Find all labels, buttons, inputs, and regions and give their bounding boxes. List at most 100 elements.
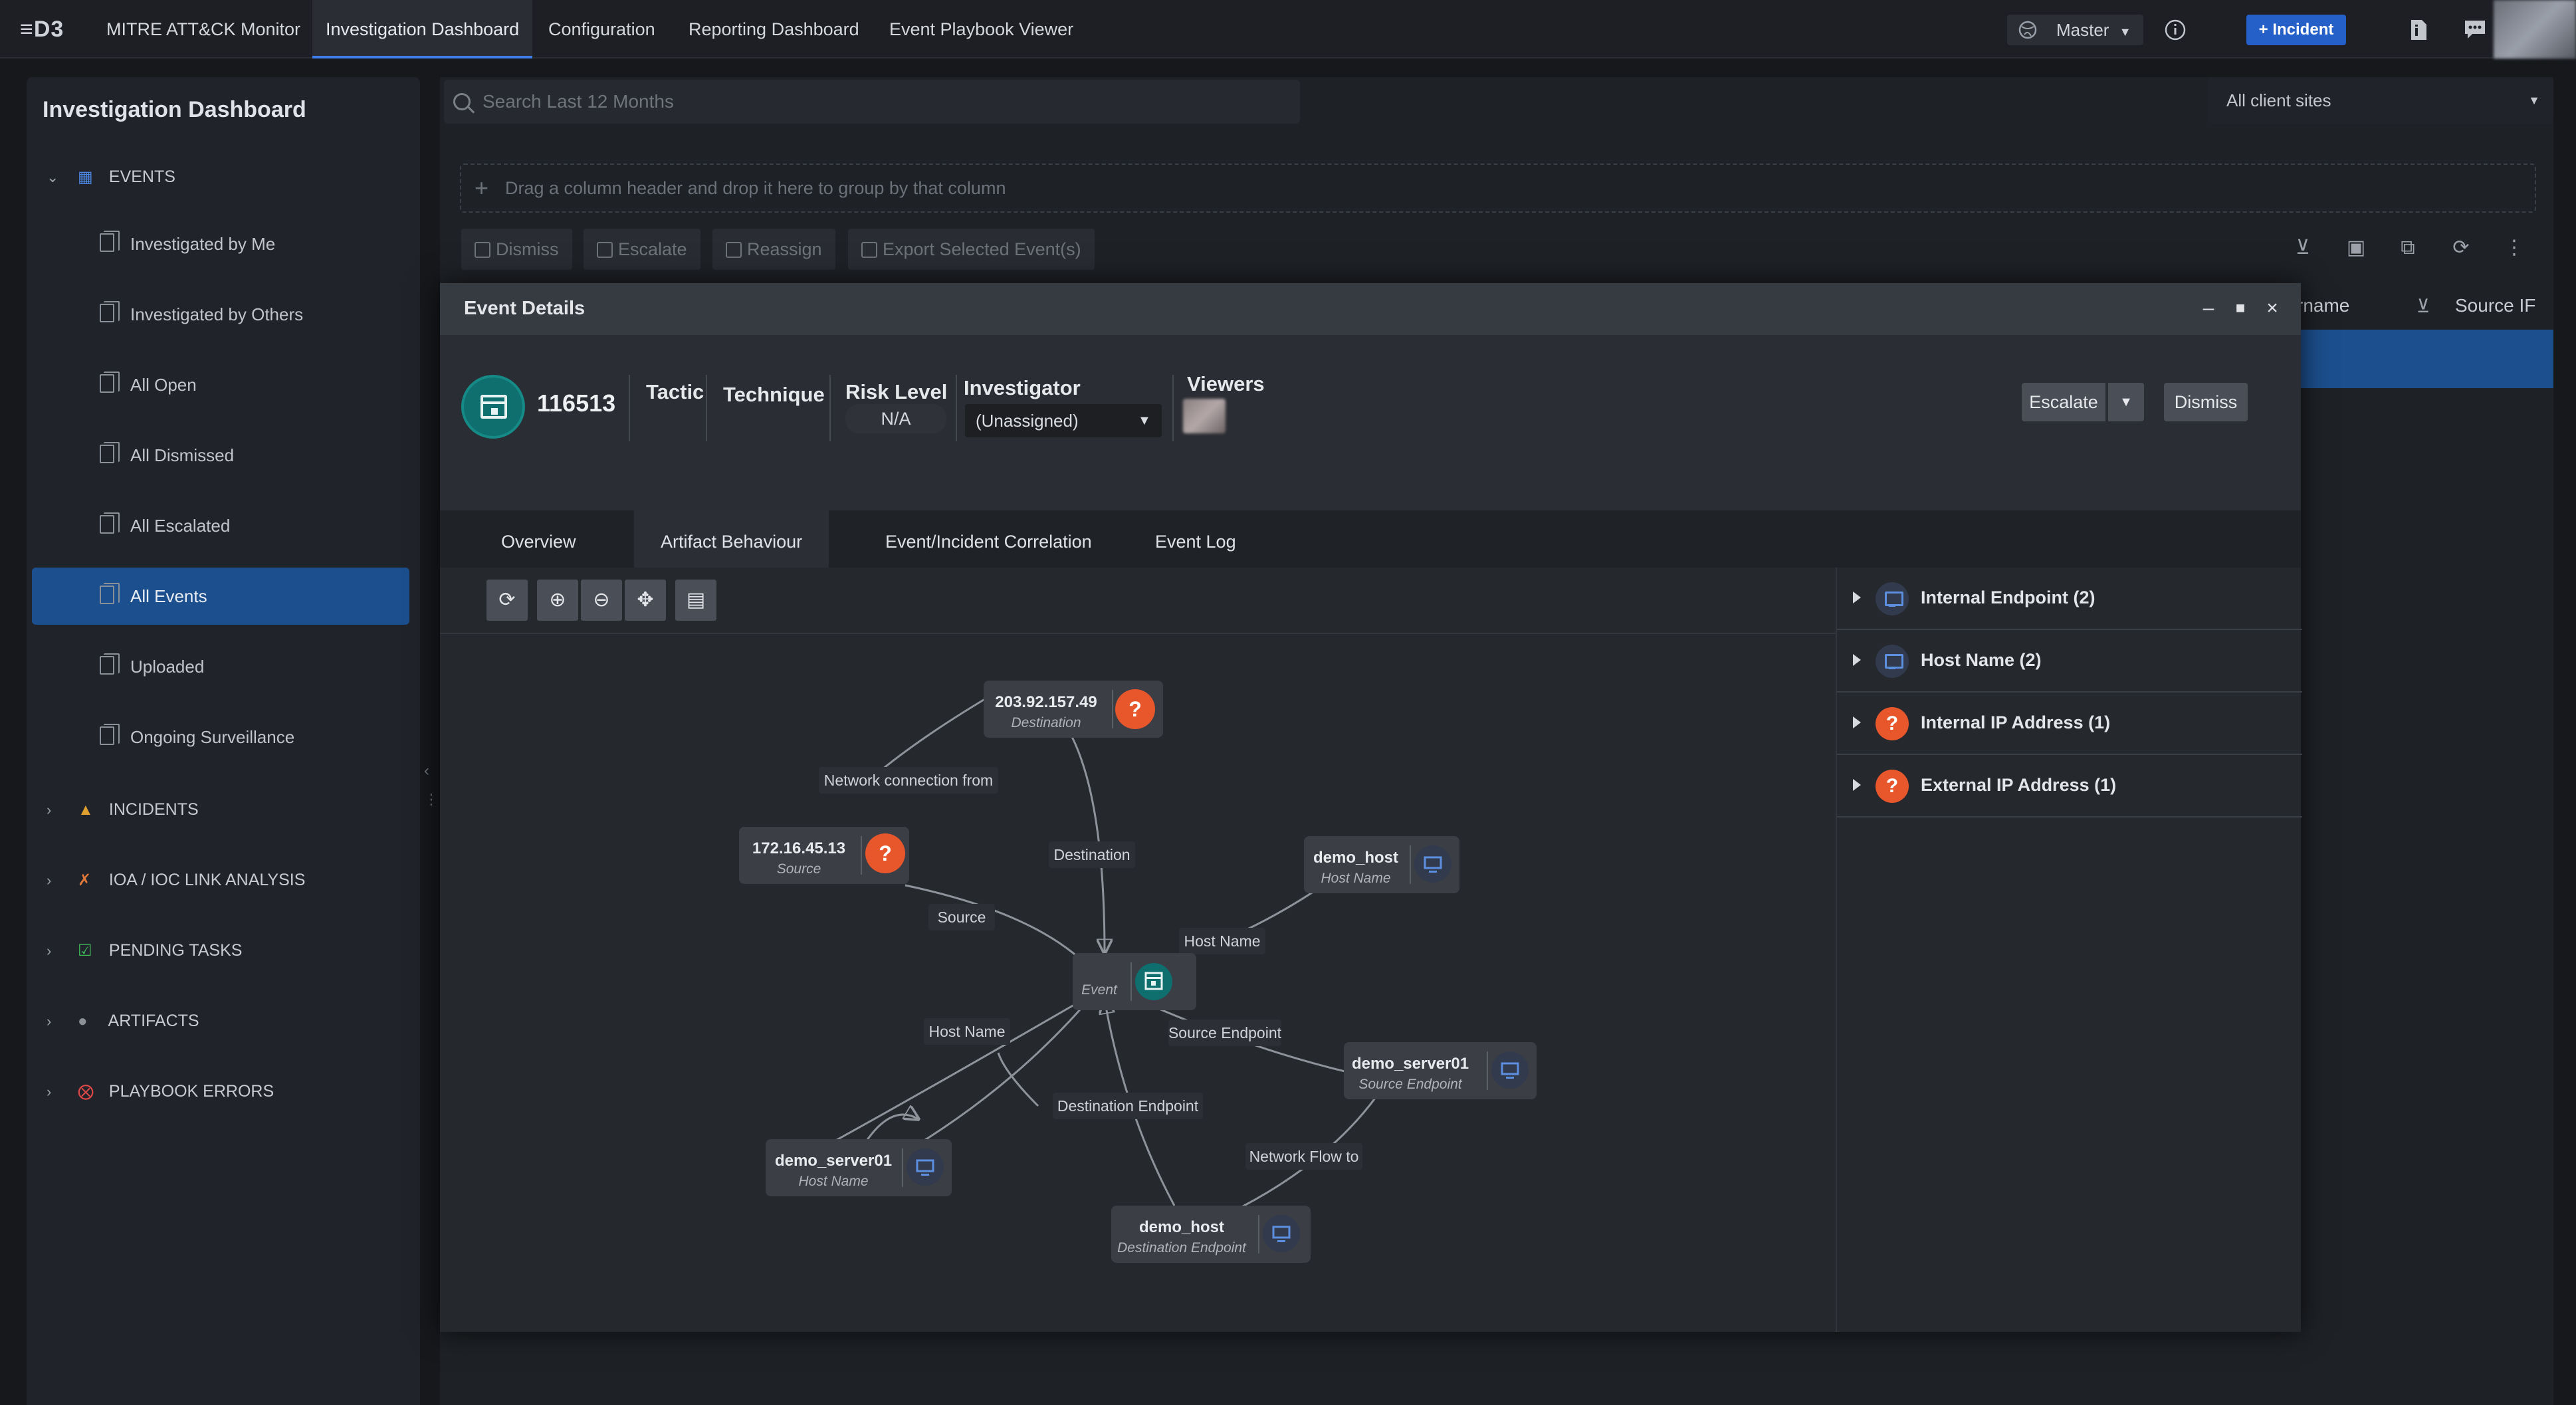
sidebar-item-investigated-by-me[interactable]: Investigated by Me [32, 215, 409, 272]
header-divider [956, 375, 957, 441]
sidebar: Investigation Dashboard ⌄ ▦ EVENTS Inves… [27, 77, 420, 1405]
info-icon[interactable] [2164, 19, 2187, 41]
sidebar-group-pending-tasks[interactable]: › ☑ PENDING TASKS [47, 937, 405, 964]
artifact-graph[interactable]: Network connection from Destination Sour… [440, 634, 1836, 1332]
fit-graph-icon[interactable]: ✥ [625, 580, 666, 621]
sidebar-group-events[interactable]: ⌄ ▦ EVENTS [47, 163, 405, 190]
node-subtitle: Destination [1011, 715, 1081, 730]
sidebar-item-all-events[interactable]: All Events [32, 568, 409, 625]
zoom-in-icon[interactable]: ⊕ [537, 580, 578, 621]
chevron-down-icon: ▼ [2119, 25, 2131, 39]
export-events-button[interactable]: Export Selected Event(s) [848, 229, 1095, 270]
graph-node-destination-ip[interactable]: 203.92.157.49 Destination ? [984, 681, 1163, 738]
database-icon: ● [77, 1012, 88, 1030]
maximize-icon[interactable]: ■ [2229, 295, 2252, 322]
escalate-dropdown-icon[interactable]: ▼ [2108, 383, 2144, 421]
monitor-icon [1491, 1051, 1529, 1089]
nav-event-playbook-viewer[interactable]: Event Playbook Viewer [876, 0, 1087, 58]
svg-text:?: ? [879, 841, 892, 865]
reset-graph-icon[interactable]: ⟳ [486, 580, 528, 621]
sidebar-group-ioa-ioc[interactable]: › ✗ IOA / IOC LINK ANALYSIS [47, 867, 405, 893]
graph-node-source-ip[interactable]: 172.16.45.13 Source ? [739, 827, 909, 884]
graph-node-event[interactable]: Event [1073, 953, 1196, 1010]
reassign-button[interactable]: Reassign [712, 229, 835, 270]
event-details-modal: Event Details – ■ × 116513 Tactic Techni… [440, 283, 2302, 1332]
node-title: demo_server01 [775, 1152, 892, 1170]
document-icon [100, 231, 120, 252]
user-avatar[interactable] [2494, 0, 2576, 58]
artifact-row-internal-ip[interactable]: ? Internal IP Address (1) [1837, 693, 2302, 755]
group-by-drop-zone[interactable]: Drag a column header and drop it here to… [460, 163, 2536, 213]
fullscreen-icon[interactable]: ▤ [675, 580, 716, 621]
artifact-row-internal-endpoint[interactable]: Internal Endpoint (2) [1837, 568, 2302, 630]
filter-icon[interactable]: ⊻ [2416, 295, 2430, 317]
node-subtitle: Destination Endpoint [1117, 1240, 1247, 1255]
graph-node-host-name[interactable]: demo_host Host Name [1304, 836, 1459, 893]
document-icon[interactable] [2409, 19, 2428, 41]
sidebar-item-all-dismissed[interactable]: All Dismissed [32, 427, 409, 484]
tab-event-log[interactable]: Event Log [1128, 510, 1263, 568]
node-title: demo_host [1313, 849, 1398, 867]
copy-icon[interactable]: ⧉ [2397, 237, 2419, 259]
tab-event-incident-correlation[interactable]: Event/Incident Correlation [859, 510, 1119, 568]
artifact-row-external-ip[interactable]: ? External IP Address (1) [1837, 755, 2302, 817]
clear-filter-icon[interactable]: ⊻ [2292, 237, 2314, 259]
nav-investigation-dashboard[interactable]: Investigation Dashboard [312, 0, 533, 58]
question-icon: ? [1876, 707, 1909, 740]
column-header-source-ip[interactable]: Source IF [2455, 295, 2535, 316]
node-subtitle: Host Name [798, 1174, 868, 1189]
header-divider [829, 375, 831, 441]
expand-arrow-icon[interactable] [1853, 592, 1861, 603]
chat-icon[interactable] [2463, 19, 2487, 40]
investigator-select[interactable]: (Unassigned) [965, 404, 1162, 437]
nav-mitre[interactable]: MITRE ATT&CK Monitor [93, 0, 314, 58]
nav-reporting-dashboard[interactable]: Reporting Dashboard [675, 0, 873, 58]
more-options-icon[interactable]: ⋮ [2503, 237, 2525, 259]
graph-node-source-endpoint[interactable]: demo_server01 Source Endpoint [1344, 1042, 1537, 1099]
sidebar-item-ongoing-surveillance[interactable]: Ongoing Surveillance [32, 708, 409, 766]
document-icon [100, 653, 120, 675]
graph-node-destination-endpoint[interactable]: demo_host Destination Endpoint [1111, 1206, 1311, 1263]
tab-artifact-behaviour[interactable]: Artifact Behaviour [634, 510, 829, 568]
dismiss-button[interactable]: Dismiss [2164, 383, 2248, 421]
save-icon[interactable]: ▣ [2345, 237, 2367, 259]
expand-arrow-icon[interactable] [1853, 716, 1861, 728]
artifact-graph-panel: ⟳ ⊕ ⊖ ✥ ▤ Network connection from Destin… [440, 568, 1836, 1332]
sidebar-group-incidents[interactable]: › ▲ INCIDENTS [47, 796, 405, 823]
dismiss-selected-button[interactable]: Dismiss [461, 229, 572, 270]
graph-node-server-host-name[interactable]: demo_server01 Host Name [766, 1139, 952, 1196]
node-subtitle: Source Endpoint [1358, 1077, 1462, 1092]
sidebar-item-all-open[interactable]: All Open [32, 356, 409, 413]
expand-arrow-icon[interactable] [1853, 654, 1861, 666]
client-sites-select[interactable]: All client sites ▼ [2208, 77, 2553, 124]
new-incident-button[interactable]: + Incident [2246, 15, 2346, 45]
viewer-avatar [1183, 399, 1226, 433]
modal-title: Event Details [464, 298, 586, 319]
column-header-username[interactable]: rname [2297, 295, 2349, 316]
nav-configuration[interactable]: Configuration [535, 0, 669, 58]
chevron-right-icon: › [47, 1083, 52, 1100]
monitor-icon [1876, 645, 1909, 678]
edge-network-connection-from [997, 1052, 1039, 1107]
escalate-selected-button[interactable]: Escalate [584, 229, 700, 270]
sidebar-group-artifacts[interactable]: › ● ARTIFACTS [47, 1008, 405, 1034]
search-icon [453, 93, 471, 110]
sidebar-group-playbook-errors[interactable]: › ⨂ PLAYBOOK ERRORS [47, 1078, 405, 1105]
escalate-button[interactable]: Escalate [2022, 383, 2105, 421]
close-icon[interactable]: × [2261, 295, 2284, 322]
collapse-sidebar-icon[interactable]: ‹ [424, 762, 429, 780]
sidebar-item-uploaded[interactable]: Uploaded [32, 638, 409, 695]
expand-arrow-icon[interactable] [1853, 779, 1861, 791]
sidebar-item-investigated-by-others[interactable]: Investigated by Others [32, 286, 409, 343]
edge-label: Network connection from [824, 772, 993, 789]
d3-logo[interactable]: ≡D3 [20, 15, 80, 44]
artifact-row-host-name[interactable]: Host Name (2) [1837, 630, 2302, 693]
minimize-icon[interactable]: – [2197, 295, 2220, 322]
selected-table-row[interactable] [2273, 330, 2553, 388]
refresh-icon[interactable]: ⟳ [2450, 237, 2472, 259]
sidebar-item-all-escalated[interactable]: All Escalated [32, 497, 409, 554]
tab-overview[interactable]: Overview [475, 510, 603, 568]
search-input[interactable]: Search Last 12 Months [444, 80, 1300, 124]
zoom-out-icon[interactable]: ⊖ [581, 580, 622, 621]
edge-label: Host Name [928, 1023, 1005, 1040]
